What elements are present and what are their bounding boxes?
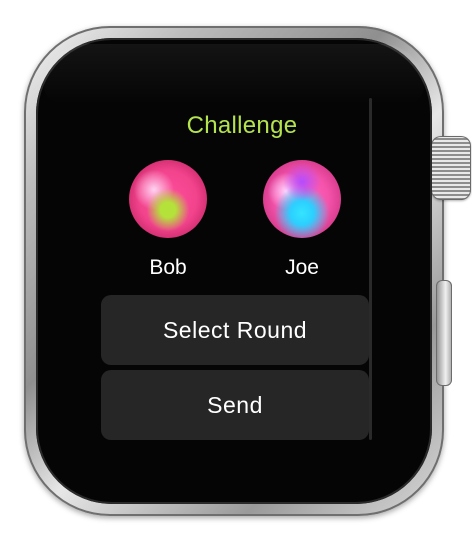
player-joe[interactable]: Joe — [262, 160, 342, 280]
side-button[interactable] — [436, 280, 452, 386]
send-label: Send — [207, 391, 263, 418]
player-avatar-bob[interactable] — [129, 160, 207, 238]
select-round-label: Select Round — [162, 316, 308, 343]
send-button[interactable]: Send — [101, 370, 369, 440]
player-name-joe: Joe — [285, 256, 319, 279]
select-round-button[interactable]: Select Round — [101, 295, 369, 365]
player-name-bob: Bob — [149, 256, 187, 279]
player-bob[interactable]: Bob — [128, 160, 208, 280]
watch-screen: Challenge Bob Joe Select Round Send — [92, 98, 374, 448]
player-avatar-joe[interactable] — [263, 160, 341, 238]
glass-glare — [44, 44, 424, 104]
screen-title: Challenge — [186, 112, 298, 139]
digital-crown[interactable] — [431, 136, 471, 200]
